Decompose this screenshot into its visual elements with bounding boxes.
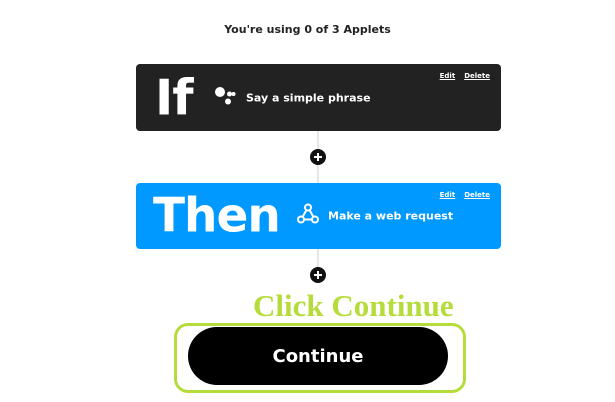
applet-usage-text: You're using 0 of 3 Applets	[224, 23, 391, 36]
trigger-delete-link[interactable]: Delete	[464, 72, 490, 80]
if-keyword: If	[155, 69, 194, 126]
trigger-edit-link[interactable]: Edit	[440, 72, 456, 80]
action-card[interactable]: Then Make a web request Edit Delete	[136, 183, 501, 249]
click-continue-annotation: Click Continue	[253, 288, 454, 323]
action-label: Make a web request	[328, 209, 454, 223]
google-assistant-icon	[214, 86, 236, 110]
plus-circle-icon[interactable]	[310, 149, 326, 165]
action-edit-link[interactable]: Edit	[440, 191, 456, 199]
trigger-card[interactable]: If Say a simple phrase Edit Delete	[136, 64, 501, 131]
trigger-actions: Edit Delete	[431, 72, 490, 80]
plus-circle-icon[interactable]	[310, 267, 326, 283]
action-actions: Edit Delete	[431, 191, 490, 199]
continue-button[interactable]: Continue	[188, 327, 448, 385]
action-delete-link[interactable]: Delete	[464, 191, 490, 199]
then-keyword: Then	[153, 188, 281, 244]
webhooks-icon	[296, 203, 320, 229]
trigger-label: Say a simple phrase	[246, 91, 371, 104]
